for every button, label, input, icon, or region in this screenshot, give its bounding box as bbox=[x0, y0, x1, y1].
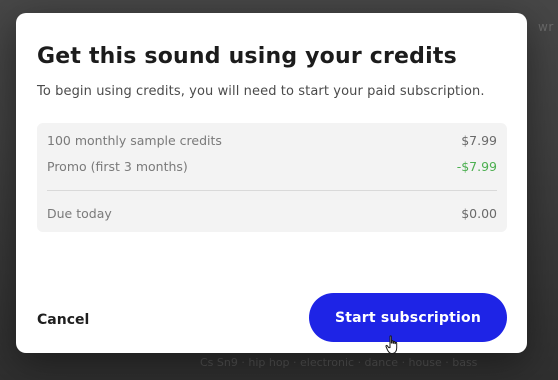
start-subscription-button[interactable]: Start subscription bbox=[309, 293, 507, 342]
hand-pointer-icon bbox=[385, 335, 398, 354]
promo-label: Promo (first 3 months) bbox=[47, 159, 188, 174]
background-text: wr bbox=[538, 20, 554, 34]
modal-subtitle: To begin using credits, you will need to… bbox=[37, 84, 485, 99]
total-amount: $0.00 bbox=[461, 206, 497, 221]
line-item: 100 monthly sample credits $7.99 bbox=[47, 133, 497, 148]
total-row: Due today $0.00 bbox=[47, 206, 497, 221]
promo-line-item: Promo (first 3 months) -$7.99 bbox=[47, 159, 497, 174]
total-label: Due today bbox=[47, 206, 112, 221]
promo-amount: -$7.99 bbox=[456, 159, 497, 174]
subscription-modal: Get this sound using your credits To beg… bbox=[16, 13, 527, 353]
modal-title: Get this sound using your credits bbox=[37, 44, 457, 69]
summary-divider bbox=[47, 190, 497, 191]
cancel-button[interactable]: Cancel bbox=[37, 312, 89, 328]
line-item-amount: $7.99 bbox=[461, 133, 497, 148]
line-item-label: 100 monthly sample credits bbox=[47, 133, 222, 148]
background-tags: Cs Sn9 · hip hop · electronic · dance · … bbox=[200, 356, 478, 369]
price-summary: 100 monthly sample credits $7.99 Promo (… bbox=[37, 123, 507, 232]
